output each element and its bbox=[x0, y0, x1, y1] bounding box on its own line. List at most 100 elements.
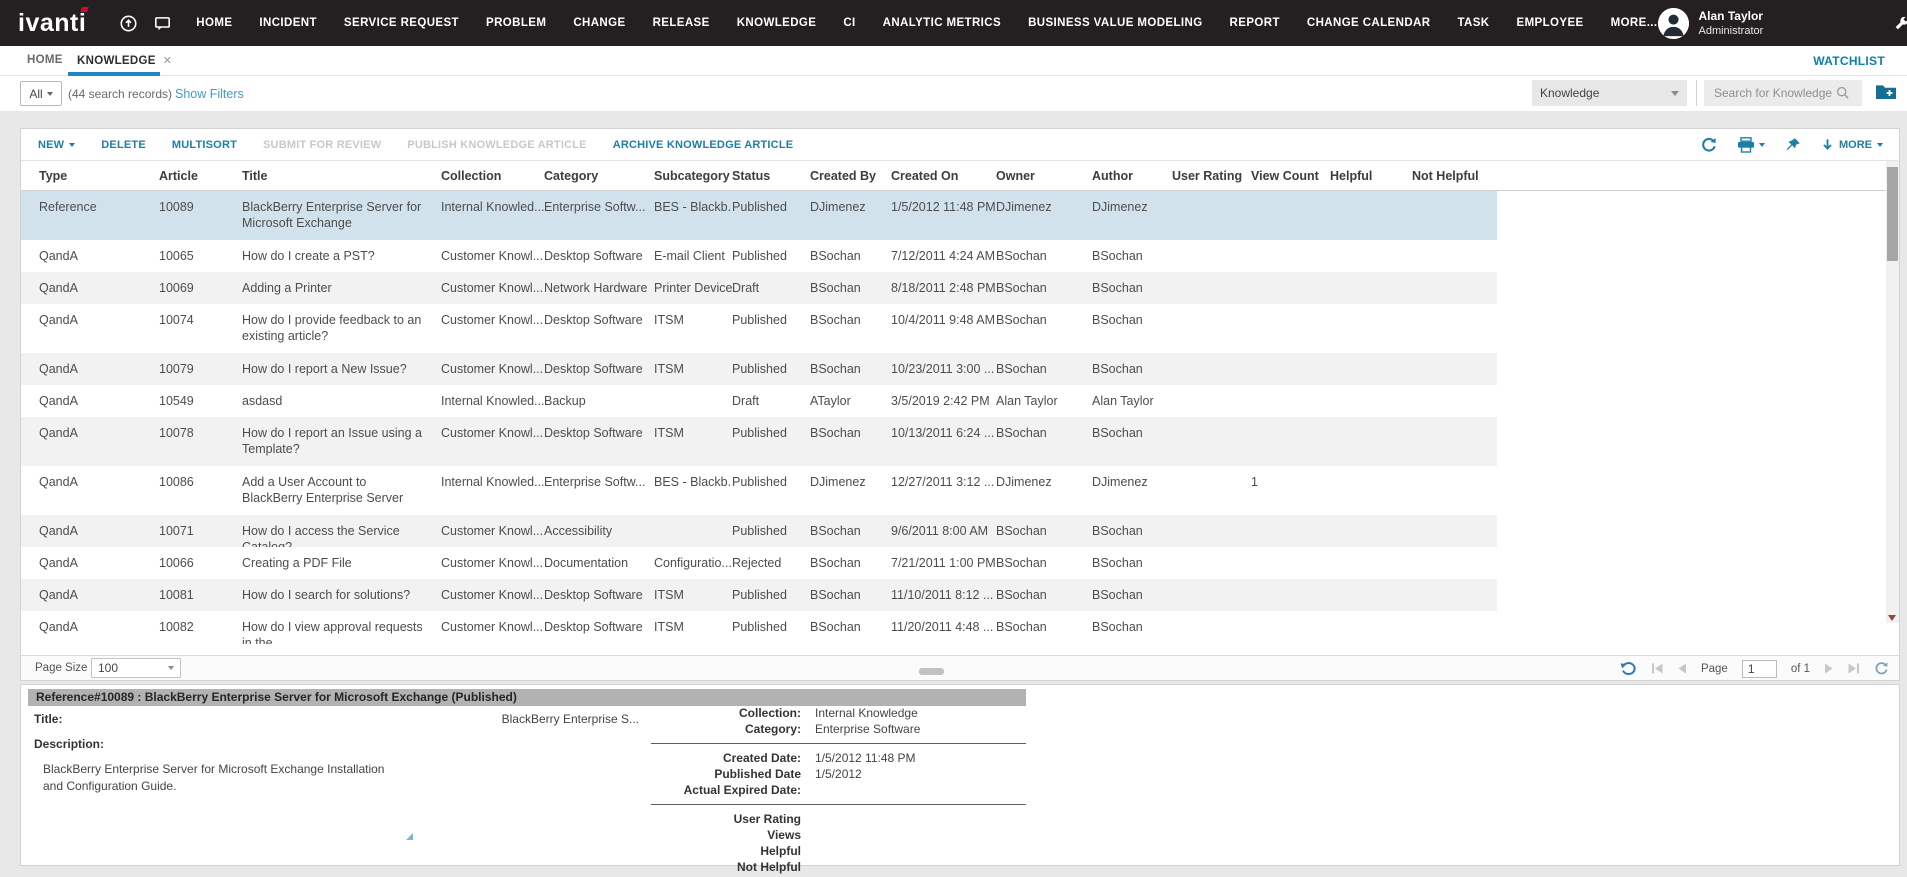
cell-owner: BSochan bbox=[996, 417, 1092, 466]
wrench-settings-icon[interactable] bbox=[1893, 15, 1907, 32]
field-label: Category: bbox=[651, 721, 801, 737]
column-header-user-rating[interactable]: User Rating bbox=[1172, 161, 1251, 190]
chat-icon[interactable] bbox=[154, 15, 171, 32]
cell-helpful bbox=[1330, 417, 1412, 466]
first-page-icon[interactable] bbox=[1651, 663, 1664, 674]
print-button[interactable] bbox=[1737, 137, 1765, 153]
circle-up-arrow-icon[interactable] bbox=[120, 15, 137, 32]
column-header-created-on[interactable]: Created On bbox=[891, 161, 996, 190]
cell-status: Published bbox=[732, 579, 810, 611]
table-row[interactable]: QandA10066Creating a PDF FileCustomer Kn… bbox=[21, 547, 1497, 579]
nav-item-more[interactable]: MORE... bbox=[1611, 17, 1658, 29]
column-header-created-by[interactable]: Created By bbox=[810, 161, 891, 190]
cell-title: How do I report a New Issue? bbox=[242, 353, 441, 385]
table-row[interactable]: QandA10081How do I search for solutions?… bbox=[21, 579, 1497, 611]
nav-item-incident[interactable]: INCIDENT bbox=[259, 17, 317, 29]
nav-item-business-value-modeling[interactable]: BUSINESS VALUE MODELING bbox=[1028, 17, 1202, 29]
prev-page-icon[interactable] bbox=[1678, 663, 1687, 674]
column-header-type[interactable]: Type bbox=[39, 161, 159, 190]
cell-helpful bbox=[1330, 304, 1412, 353]
nav-item-change[interactable]: CHANGE bbox=[573, 17, 625, 29]
tab-close-icon[interactable]: ✕ bbox=[163, 55, 173, 67]
ivanti-logo[interactable]: ivanti bbox=[18, 11, 86, 36]
column-header-view-count[interactable]: View Count bbox=[1251, 161, 1330, 190]
search-box[interactable] bbox=[1704, 80, 1862, 106]
column-header-helpful[interactable]: Helpful bbox=[1330, 161, 1412, 190]
next-page-icon[interactable] bbox=[1824, 663, 1833, 674]
table-row[interactable]: Reference10089BlackBerry Enterprise Serv… bbox=[21, 191, 1497, 240]
nav-item-knowledge[interactable]: KNOWLEDGE bbox=[737, 17, 817, 29]
table-row[interactable]: QandA10082How do I view approval request… bbox=[21, 611, 1497, 644]
nav-item-service-request[interactable]: SERVICE REQUEST bbox=[344, 17, 459, 29]
detail-field-group: Collection:Internal KnowledgeCategory:En… bbox=[651, 703, 1026, 743]
person-icon bbox=[1658, 8, 1689, 39]
cell-subcategory: E-mail Client bbox=[654, 240, 732, 272]
search-input[interactable] bbox=[1712, 85, 1836, 101]
cell-category: Desktop Software bbox=[544, 579, 654, 611]
column-header-article[interactable]: Article bbox=[159, 161, 242, 190]
table-row[interactable]: QandA10549asdasdInternal Knowled...Backu… bbox=[21, 385, 1497, 417]
user-block[interactable]: Alan Taylor Administrator bbox=[1658, 8, 1764, 39]
cell-not_helpful bbox=[1412, 547, 1497, 579]
undo-icon[interactable] bbox=[1620, 661, 1637, 676]
chevron-down-icon bbox=[1759, 143, 1765, 147]
nav-item-employee[interactable]: EMPLOYEE bbox=[1517, 17, 1584, 29]
delete-button[interactable]: DELETE bbox=[101, 139, 146, 151]
nav-item-ci[interactable]: CI bbox=[843, 17, 855, 29]
horizontal-scrollbar-thumb[interactable] bbox=[919, 668, 944, 675]
new-button[interactable]: NEW bbox=[38, 139, 75, 151]
column-header-author[interactable]: Author bbox=[1092, 161, 1172, 190]
table-row[interactable]: QandA10074How do I provide feedback to a… bbox=[21, 304, 1497, 353]
page-size-dropdown[interactable]: 100 bbox=[91, 658, 181, 678]
column-header-subcategory[interactable]: Subcategory bbox=[654, 161, 732, 190]
save-search-folder-icon[interactable] bbox=[1876, 83, 1896, 100]
cell-status: Published bbox=[732, 515, 810, 547]
cell-title: How do I create a PST? bbox=[242, 240, 441, 272]
table-row[interactable]: QandA10078How do I report an Issue using… bbox=[21, 417, 1497, 466]
pin-icon[interactable] bbox=[1785, 137, 1801, 153]
column-header-not-helpful[interactable]: Not Helpful bbox=[1412, 161, 1497, 190]
tab-home[interactable]: HOME bbox=[27, 54, 63, 66]
table-row[interactable]: QandA10079How do I report a New Issue?Cu… bbox=[21, 353, 1497, 385]
grid-more-button[interactable]: MORE bbox=[1821, 138, 1883, 152]
column-header-collection[interactable]: Collection bbox=[441, 161, 544, 190]
vertical-scrollbar[interactable] bbox=[1886, 161, 1899, 623]
column-header-title[interactable]: Title bbox=[242, 161, 441, 190]
cell-status: Published bbox=[732, 466, 810, 515]
scroll-down-arrow[interactable] bbox=[1888, 615, 1896, 621]
archive-knowledge-article-button[interactable]: ARCHIVE KNOWLEDGE ARTICLE bbox=[613, 139, 794, 151]
nav-item-analytic-metrics[interactable]: ANALYTIC METRICS bbox=[883, 17, 1001, 29]
show-filters-link[interactable]: Show Filters bbox=[175, 87, 244, 101]
column-header-owner[interactable]: Owner bbox=[996, 161, 1092, 190]
resize-gripper-icon[interactable] bbox=[406, 833, 413, 840]
avatar[interactable] bbox=[1658, 8, 1689, 39]
scope-dropdown[interactable]: All bbox=[20, 81, 62, 106]
reload-icon[interactable] bbox=[1874, 661, 1889, 676]
column-header-category[interactable]: Category bbox=[544, 161, 654, 190]
column-header-status[interactable]: Status bbox=[732, 161, 810, 190]
nav-item-release[interactable]: RELEASE bbox=[653, 17, 710, 29]
nav-item-problem[interactable]: PROBLEM bbox=[486, 17, 546, 29]
cell-subcategory: Configuratio... bbox=[654, 547, 732, 579]
nav-item-report[interactable]: REPORT bbox=[1230, 17, 1280, 29]
table-row[interactable]: QandA10071How do I access the Service Ca… bbox=[21, 515, 1497, 547]
cell-not_helpful bbox=[1412, 240, 1497, 272]
scrollbar-thumb[interactable] bbox=[1887, 167, 1898, 261]
cell-category: Desktop Software bbox=[544, 417, 654, 466]
field-label: Actual Expired Date: bbox=[651, 782, 801, 798]
table-row[interactable]: QandA10065How do I create a PST?Customer… bbox=[21, 240, 1497, 272]
module-dropdown[interactable]: Knowledge bbox=[1532, 80, 1687, 106]
page-input[interactable] bbox=[1742, 660, 1777, 678]
watchlist-link[interactable]: WATCHLIST bbox=[1813, 54, 1885, 68]
nav-item-home[interactable]: HOME bbox=[196, 17, 232, 29]
multisort-button[interactable]: MULTISORT bbox=[172, 139, 237, 151]
last-page-icon[interactable] bbox=[1847, 663, 1860, 674]
table-row[interactable]: QandA10069Adding a PrinterCustomer Knowl… bbox=[21, 272, 1497, 304]
cell-title: Add a User Account to BlackBerry Enterpr… bbox=[242, 466, 441, 515]
tab-knowledge[interactable]: KNOWLEDGE✕ bbox=[77, 54, 172, 67]
refresh-icon[interactable] bbox=[1701, 137, 1717, 153]
nav-item-change-calendar[interactable]: CHANGE CALENDAR bbox=[1307, 17, 1431, 29]
table-row[interactable]: QandA10086Add a User Account to BlackBer… bbox=[21, 466, 1497, 515]
cell-category: Accessibility bbox=[544, 515, 654, 547]
nav-item-task[interactable]: TASK bbox=[1457, 17, 1489, 29]
